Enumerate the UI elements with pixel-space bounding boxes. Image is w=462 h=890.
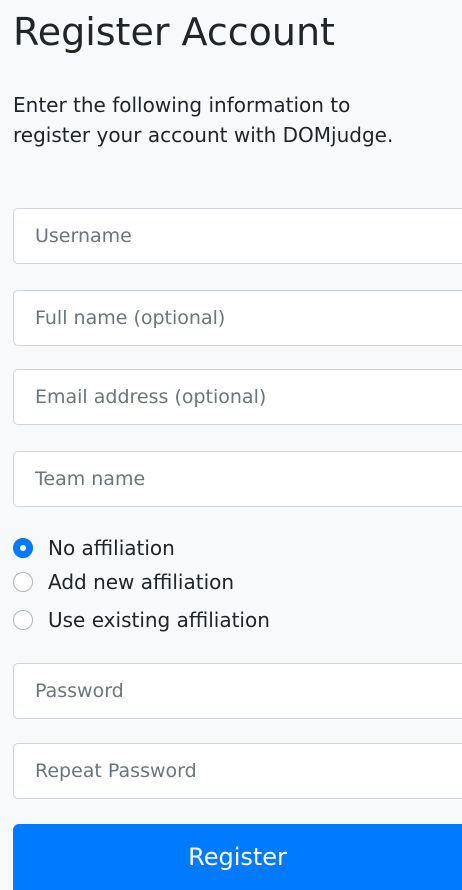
password-field[interactable] [13,663,462,719]
repeat-password-field[interactable] [13,743,462,799]
team-name-field[interactable] [13,451,462,507]
intro-text: Enter the following information to regis… [13,93,394,147]
register-page: Register Account Enter the following inf… [0,0,462,890]
radio-selected[interactable] [13,538,33,558]
email-field[interactable] [13,369,462,425]
affiliation-option-existing[interactable]: Use existing affiliation [13,605,270,635]
page-title: Register Account [13,10,335,54]
radio-unselected[interactable] [13,610,33,630]
radio-unselected[interactable] [13,572,33,592]
affiliation-option-label: Add new affiliation [48,570,235,594]
affiliation-option-label: No affiliation [48,536,175,560]
affiliation-option-none[interactable]: No affiliation [13,533,175,563]
register-button[interactable]: Register [13,824,462,890]
username-field[interactable] [13,208,462,264]
affiliation-option-new[interactable]: Add new affiliation [13,567,234,597]
full-name-field[interactable] [13,290,462,346]
affiliation-option-label: Use existing affiliation [48,608,270,632]
register-button-label: Register [188,843,287,871]
